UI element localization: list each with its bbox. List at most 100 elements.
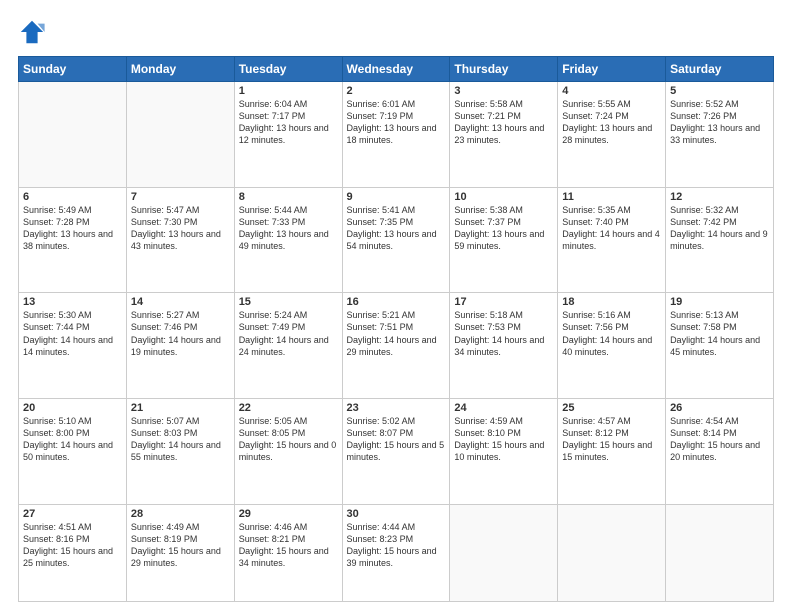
day-info: Sunrise: 5:02 AM Sunset: 8:07 PM Dayligh… <box>347 416 445 462</box>
day-info: Sunrise: 5:32 AM Sunset: 7:42 PM Dayligh… <box>670 205 768 251</box>
calendar-cell: 17 Sunrise: 5:18 AM Sunset: 7:53 PM Dayli… <box>450 293 558 399</box>
day-number: 28 <box>131 508 230 520</box>
calendar-cell: 23 Sunrise: 5:02 AM Sunset: 8:07 PM Dayli… <box>342 398 450 504</box>
day-number: 1 <box>239 85 338 97</box>
day-number: 21 <box>131 402 230 414</box>
day-info: Sunrise: 5:52 AM Sunset: 7:26 PM Dayligh… <box>670 99 760 145</box>
calendar-cell: 4 Sunrise: 5:55 AM Sunset: 7:24 PM Daylig… <box>558 82 666 188</box>
day-info: Sunrise: 5:10 AM Sunset: 8:00 PM Dayligh… <box>23 416 113 462</box>
calendar-week-5: 27 Sunrise: 4:51 AM Sunset: 8:16 PM Dayli… <box>19 504 774 602</box>
day-info: Sunrise: 5:18 AM Sunset: 7:53 PM Dayligh… <box>454 310 544 356</box>
weekday-header-thursday: Thursday <box>450 57 558 82</box>
day-number: 19 <box>670 296 769 308</box>
day-info: Sunrise: 5:55 AM Sunset: 7:24 PM Dayligh… <box>562 99 652 145</box>
calendar-cell: 27 Sunrise: 4:51 AM Sunset: 8:16 PM Dayli… <box>19 504 127 602</box>
calendar-cell: 9 Sunrise: 5:41 AM Sunset: 7:35 PM Daylig… <box>342 187 450 293</box>
day-info: Sunrise: 5:21 AM Sunset: 7:51 PM Dayligh… <box>347 310 437 356</box>
calendar-cell <box>19 82 127 188</box>
day-number: 16 <box>347 296 446 308</box>
calendar-cell: 24 Sunrise: 4:59 AM Sunset: 8:10 PM Dayli… <box>450 398 558 504</box>
calendar-cell: 30 Sunrise: 4:44 AM Sunset: 8:23 PM Dayli… <box>342 504 450 602</box>
day-number: 20 <box>23 402 122 414</box>
weekday-header-wednesday: Wednesday <box>342 57 450 82</box>
calendar-week-1: 1 Sunrise: 6:04 AM Sunset: 7:17 PM Daylig… <box>19 82 774 188</box>
calendar-cell: 10Sunrise: 5:38 AM Sunset: 7:37 PM Dayli… <box>450 187 558 293</box>
calendar-cell <box>558 504 666 602</box>
day-number: 2 <box>347 85 446 97</box>
day-number: 5 <box>670 85 769 97</box>
day-number: 4 <box>562 85 661 97</box>
day-number: 7 <box>131 191 230 203</box>
day-info: Sunrise: 4:44 AM Sunset: 8:23 PM Dayligh… <box>347 522 437 568</box>
calendar-cell: 16 Sunrise: 5:21 AM Sunset: 7:51 PM Dayli… <box>342 293 450 399</box>
day-number: 25 <box>562 402 661 414</box>
day-number: 13 <box>23 296 122 308</box>
day-info: Sunrise: 5:49 AM Sunset: 7:28 PM Dayligh… <box>23 205 113 251</box>
day-number: 3 <box>454 85 553 97</box>
calendar-cell: 12 Sunrise: 5:32 AM Sunset: 7:42 PM Dayli… <box>666 187 774 293</box>
day-number: 30 <box>347 508 446 520</box>
day-info: Sunrise: 4:49 AM Sunset: 8:19 PM Dayligh… <box>131 522 221 568</box>
day-number: 23 <box>347 402 446 414</box>
calendar-cell: 1 Sunrise: 6:04 AM Sunset: 7:17 PM Daylig… <box>234 82 342 188</box>
calendar-cell: 8 Sunrise: 5:44 AM Sunset: 7:33 PM Daylig… <box>234 187 342 293</box>
day-info: Sunrise: 5:07 AM Sunset: 8:03 PM Dayligh… <box>131 416 221 462</box>
day-info: Sunrise: 5:30 AM Sunset: 7:44 PM Dayligh… <box>23 310 113 356</box>
calendar-cell: 2 Sunrise: 6:01 AM Sunset: 7:19 PM Daylig… <box>342 82 450 188</box>
day-number: 8 <box>239 191 338 203</box>
calendar-cell <box>666 504 774 602</box>
calendar-cell: 7 Sunrise: 5:47 AM Sunset: 7:30 PM Daylig… <box>126 187 234 293</box>
weekday-header-monday: Monday <box>126 57 234 82</box>
day-number: 17 <box>454 296 553 308</box>
day-number: 12 <box>670 191 769 203</box>
day-number: 26 <box>670 402 769 414</box>
day-info: Sunrise: 4:51 AM Sunset: 8:16 PM Dayligh… <box>23 522 113 568</box>
calendar-cell: 13 Sunrise: 5:30 AM Sunset: 7:44 PM Dayli… <box>19 293 127 399</box>
calendar-cell: 5 Sunrise: 5:52 AM Sunset: 7:26 PM Daylig… <box>666 82 774 188</box>
weekday-header-row: SundayMondayTuesdayWednesdayThursdayFrid… <box>19 57 774 82</box>
calendar-cell <box>450 504 558 602</box>
calendar-cell: 11Sunrise: 5:35 AM Sunset: 7:40 PM Dayli… <box>558 187 666 293</box>
day-info: Sunrise: 5:38 AM Sunset: 7:37 PM Dayligh… <box>454 205 544 251</box>
day-info: Sunrise: 5:47 AM Sunset: 7:30 PM Dayligh… <box>131 205 221 251</box>
calendar-week-2: 6 Sunrise: 5:49 AM Sunset: 7:28 PM Daylig… <box>19 187 774 293</box>
calendar-week-3: 13 Sunrise: 5:30 AM Sunset: 7:44 PM Dayli… <box>19 293 774 399</box>
weekday-header-friday: Friday <box>558 57 666 82</box>
day-info: Sunrise: 5:24 AM Sunset: 7:49 PM Dayligh… <box>239 310 329 356</box>
day-info: Sunrise: 5:44 AM Sunset: 7:33 PM Dayligh… <box>239 205 329 251</box>
day-number: 14 <box>131 296 230 308</box>
calendar-cell: 20 Sunrise: 5:10 AM Sunset: 8:00 PM Dayli… <box>19 398 127 504</box>
day-number: 6 <box>23 191 122 203</box>
calendar-table: SundayMondayTuesdayWednesdayThursdayFrid… <box>18 56 774 602</box>
day-info: Sunrise: 5:41 AM Sunset: 7:35 PM Dayligh… <box>347 205 437 251</box>
day-number: 24 <box>454 402 553 414</box>
calendar-cell <box>126 82 234 188</box>
calendar-cell: 18Sunrise: 5:16 AM Sunset: 7:56 PM Dayli… <box>558 293 666 399</box>
logo <box>18 18 50 46</box>
day-info: Sunrise: 4:46 AM Sunset: 8:21 PM Dayligh… <box>239 522 329 568</box>
day-number: 9 <box>347 191 446 203</box>
day-number: 22 <box>239 402 338 414</box>
header <box>18 18 774 46</box>
day-info: Sunrise: 5:35 AM Sunset: 7:40 PM Dayligh… <box>562 205 660 251</box>
day-info: Sunrise: 5:05 AM Sunset: 8:05 PM Dayligh… <box>239 416 337 462</box>
day-info: Sunrise: 4:54 AM Sunset: 8:14 PM Dayligh… <box>670 416 760 462</box>
calendar-cell: 25 Sunrise: 4:57 AM Sunset: 8:12 PM Dayli… <box>558 398 666 504</box>
logo-icon <box>18 18 46 46</box>
calendar-cell: 26 Sunrise: 4:54 AM Sunset: 8:14 PM Dayli… <box>666 398 774 504</box>
weekday-header-tuesday: Tuesday <box>234 57 342 82</box>
calendar-cell: 6 Sunrise: 5:49 AM Sunset: 7:28 PM Daylig… <box>19 187 127 293</box>
day-info: Sunrise: 4:59 AM Sunset: 8:10 PM Dayligh… <box>454 416 544 462</box>
day-info: Sunrise: 6:01 AM Sunset: 7:19 PM Dayligh… <box>347 99 437 145</box>
calendar-cell: 28 Sunrise: 4:49 AM Sunset: 8:19 PM Dayli… <box>126 504 234 602</box>
day-info: Sunrise: 4:57 AM Sunset: 8:12 PM Dayligh… <box>562 416 652 462</box>
day-number: 27 <box>23 508 122 520</box>
calendar-cell: 14 Sunrise: 5:27 AM Sunset: 7:46 PM Dayli… <box>126 293 234 399</box>
calendar-cell: 15Sunrise: 5:24 AM Sunset: 7:49 PM Dayli… <box>234 293 342 399</box>
calendar-cell: 19 Sunrise: 5:13 AM Sunset: 7:58 PM Dayli… <box>666 293 774 399</box>
day-number: 18 <box>562 296 661 308</box>
day-info: Sunrise: 6:04 AM Sunset: 7:17 PM Dayligh… <box>239 99 329 145</box>
day-info: Sunrise: 5:13 AM Sunset: 7:58 PM Dayligh… <box>670 310 760 356</box>
day-number: 29 <box>239 508 338 520</box>
day-info: Sunrise: 5:27 AM Sunset: 7:46 PM Dayligh… <box>131 310 221 356</box>
